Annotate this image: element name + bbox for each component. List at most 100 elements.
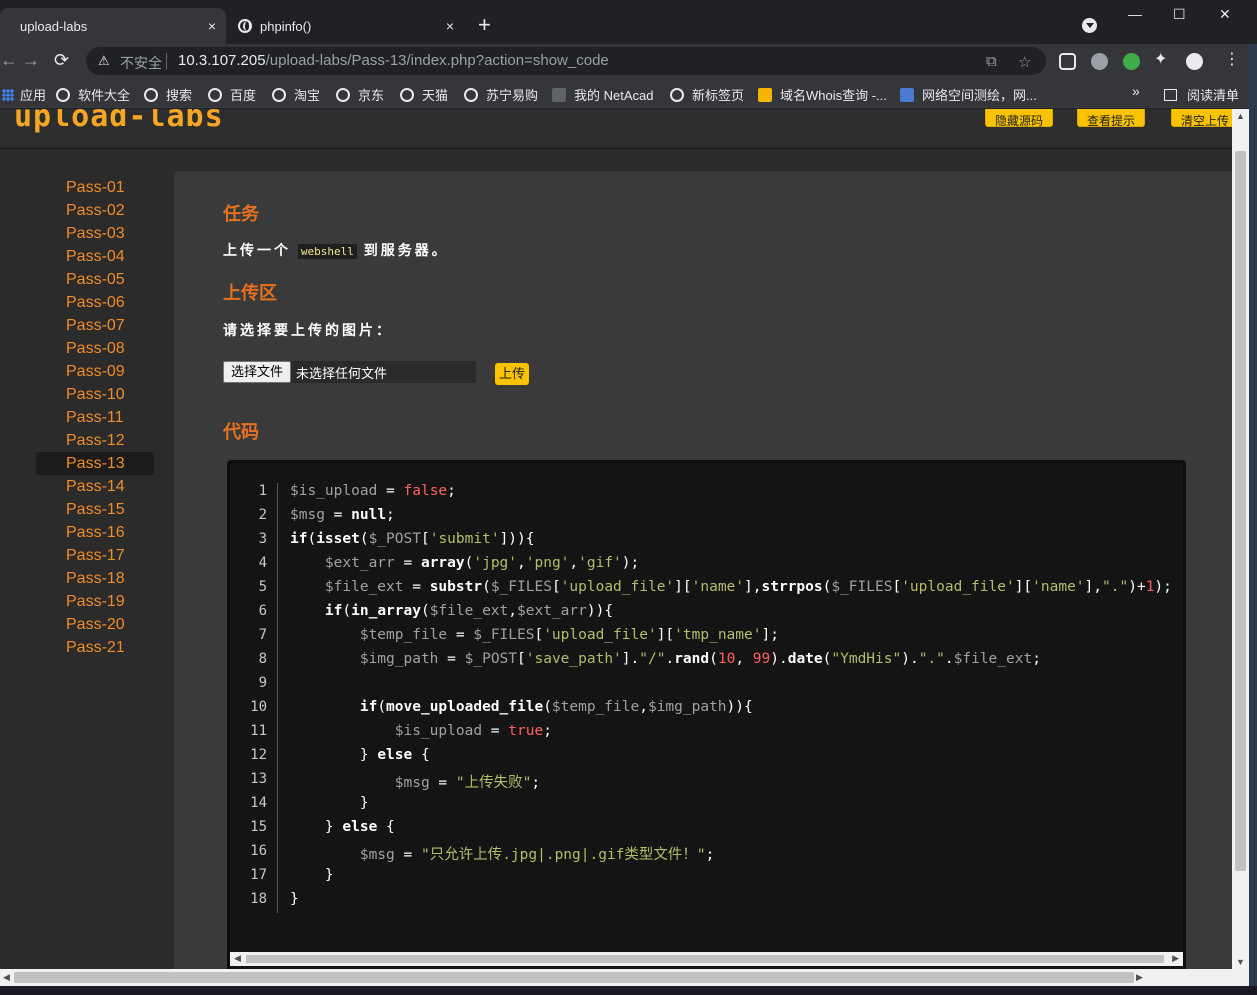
globe-icon <box>464 87 478 102</box>
code-block: 1 2 3 4 5 6 7 8 9 10 11 12 13 14 15 16 17 18 $is_upload =… <box>227 460 1186 969</box>
tab-title: phpinfo() <box>260 18 312 34</box>
site-logo: upload-labs <box>14 109 224 134</box>
sidebar-item-pass-08[interactable]: Pass-08 <box>36 337 154 360</box>
sidebar-item-pass-12[interactable]: Pass-12 <box>36 429 154 452</box>
puzzle-icon[interactable]: ✦ <box>1154 50 1167 70</box>
bookmark-item[interactable]: 京东 <box>336 85 384 104</box>
globe-icon <box>56 87 70 102</box>
translate-icon[interactable]: ⧉ <box>986 53 997 70</box>
bookmarks-more-button[interactable]: » <box>1132 83 1140 99</box>
bookmark-item[interactable]: 新标签页 <box>670 85 744 104</box>
show-hint-button[interactable]: 查看提示 <box>1077 109 1145 128</box>
code-line: $msg = "只允许上传.jpg|.png|.gif类型文件！"; <box>359 847 715 863</box>
tab-phpinfo[interactable]: phpinfo() × <box>228 8 464 44</box>
scroll-left-icon[interactable]: ◀ <box>3 972 10 983</box>
address-bar[interactable]: ⚠ 不安全 10.3.107.205/upload-labs/Pass-13/i… <box>86 47 1046 75</box>
back-icon[interactable]: ← <box>0 50 18 70</box>
page-vertical-scrollbar[interactable]: ▲ ▼ <box>1232 109 1249 969</box>
desktop-background <box>1249 44 1257 995</box>
sidebar-item-pass-17[interactable]: Pass-17 <box>36 544 154 567</box>
bookmark-item[interactable]: 淘宝 <box>272 85 320 104</box>
browser-toolbar: ← → ⟳ ⚠ 不安全 10.3.107.205/upload-labs/Pas… <box>0 44 1257 78</box>
scroll-right-icon[interactable]: ▶ <box>1136 972 1143 983</box>
sidebar-item-pass-16[interactable]: Pass-16 <box>36 521 154 544</box>
code-line: $file_ext = substr($_FILES['upload_file'… <box>324 579 1172 595</box>
bookmark-item[interactable]: 软件大全 <box>56 85 130 104</box>
sidebar-item-pass-19[interactable]: Pass-19 <box>36 590 154 613</box>
sidebar-item-pass-13[interactable]: Pass-13 <box>36 452 154 475</box>
reading-list-button[interactable]: 阅读清单 <box>1164 85 1239 104</box>
file-input[interactable]: 选择文件 未选择任何文件 <box>223 361 476 383</box>
close-icon[interactable]: × <box>446 18 454 34</box>
profile-icon[interactable] <box>1186 53 1203 70</box>
bookmark-item[interactable]: 域名Whois查询 -... <box>758 85 887 104</box>
file-status: 未选择任何文件 <box>296 366 388 381</box>
sidebar-item-pass-21[interactable]: Pass-21 <box>36 636 154 659</box>
extension-icon[interactable] <box>1059 53 1076 70</box>
minimize-icon[interactable]: — <box>1128 6 1142 22</box>
bookmark-apps[interactable]: 应用 <box>2 85 46 104</box>
window-close-icon[interactable]: ✕ <box>1219 6 1231 23</box>
line-number: 17 <box>250 867 267 883</box>
reload-icon[interactable]: ⟳ <box>54 50 69 70</box>
scroll-right-icon[interactable]: ▶ <box>1172 953 1179 964</box>
sidebar-item-pass-03[interactable]: Pass-03 <box>36 222 154 245</box>
forward-icon[interactable]: → <box>22 50 40 70</box>
sidebar-item-pass-02[interactable]: Pass-02 <box>36 199 154 222</box>
sidebar-item-pass-01[interactable]: Pass-01 <box>36 176 154 199</box>
sidebar-item-pass-09[interactable]: Pass-09 <box>36 360 154 383</box>
code-line: if(isset($_POST['submit'])){ <box>290 531 535 547</box>
extension-icon[interactable] <box>1123 53 1140 70</box>
star-icon[interactable]: ☆ <box>1018 53 1031 71</box>
url-text[interactable]: 10.3.107.205/upload-labs/Pass-13/index.p… <box>178 52 609 69</box>
code-line: } else { <box>290 819 395 835</box>
fofa-icon <box>900 87 914 102</box>
maximize-icon[interactable]: ☐ <box>1173 6 1186 23</box>
code-line: } <box>290 795 369 811</box>
new-tab-button[interactable]: + <box>478 13 491 37</box>
extension-icon[interactable] <box>1091 53 1108 70</box>
code-line: $temp_file = $_FILES['upload_file']['tmp… <box>359 627 779 643</box>
scroll-down-icon[interactable]: ▼ <box>1236 957 1245 967</box>
scrollbar-thumb[interactable] <box>14 972 1134 983</box>
sidebar-item-pass-14[interactable]: Pass-14 <box>36 475 154 498</box>
line-number: 16 <box>250 843 267 859</box>
upload-prompt: 请选择要上传的图片： <box>223 322 393 338</box>
scrollbar-thumb[interactable] <box>246 955 1164 963</box>
code-gutter-divider <box>277 483 278 913</box>
code-horizontal-scrollbar[interactable]: ◀ ▶ <box>230 952 1183 966</box>
line-number: 14 <box>250 795 267 811</box>
hide-source-button[interactable]: 隐藏源码 <box>985 109 1053 128</box>
sidebar-item-pass-15[interactable]: Pass-15 <box>36 498 154 521</box>
bookmark-item[interactable]: 我的 NetAcad <box>552 85 653 104</box>
code-line: } <box>290 891 299 907</box>
insecure-label[interactable]: 不安全 <box>120 53 162 73</box>
warning-icon[interactable]: ⚠ <box>98 53 110 69</box>
bookmark-item[interactable]: 百度 <box>208 85 256 104</box>
sidebar-item-pass-05[interactable]: Pass-05 <box>36 268 154 291</box>
bookmark-item[interactable]: 天猫 <box>400 85 448 104</box>
upload-submit-button[interactable]: 上传 <box>495 363 529 385</box>
close-icon[interactable]: × <box>208 18 216 34</box>
sidebar-item-pass-20[interactable]: Pass-20 <box>36 613 154 636</box>
menu-icon[interactable]: ⋮ <box>1224 50 1240 70</box>
scroll-left-icon[interactable]: ◀ <box>234 953 241 964</box>
reading-list-icon <box>1164 88 1177 101</box>
tab-upload-labs[interactable]: upload-labs × <box>0 8 226 44</box>
tab-search-icon[interactable] <box>1082 18 1097 33</box>
clear-uploads-button[interactable]: 清空上传 <box>1171 109 1239 128</box>
bookmark-item[interactable]: 搜索 <box>144 85 192 104</box>
sidebar-item-pass-11[interactable]: Pass-11 <box>36 406 154 429</box>
scroll-up-icon[interactable]: ▲ <box>1236 111 1245 121</box>
sidebar-item-pass-10[interactable]: Pass-10 <box>36 383 154 406</box>
choose-file-button[interactable]: 选择文件 <box>223 361 291 383</box>
sidebar-item-pass-04[interactable]: Pass-04 <box>36 245 154 268</box>
line-number: 18 <box>250 891 267 907</box>
sidebar-item-pass-06[interactable]: Pass-06 <box>36 291 154 314</box>
sidebar-item-pass-18[interactable]: Pass-18 <box>36 567 154 590</box>
page-horizontal-scrollbar[interactable]: ◀ ▶ <box>0 969 1249 986</box>
scrollbar-thumb[interactable] <box>1235 151 1246 871</box>
sidebar-item-pass-07[interactable]: Pass-07 <box>36 314 154 337</box>
bookmark-item[interactable]: 网络空间测绘，网... <box>900 85 1037 104</box>
bookmark-item[interactable]: 苏宁易购 <box>464 85 538 104</box>
